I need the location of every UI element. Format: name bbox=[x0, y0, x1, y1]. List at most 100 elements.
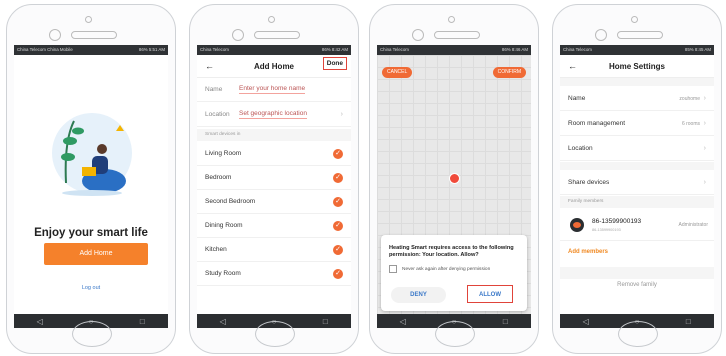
status-bar-carrier: China Telecom bbox=[200, 47, 229, 52]
status-bar: China Telecom 86% 8:42 AM bbox=[197, 45, 351, 55]
room-label: Study Room bbox=[205, 270, 241, 277]
room-label: Living Room bbox=[205, 150, 242, 157]
phone-camera bbox=[595, 29, 607, 41]
recent-apps-icon[interactable]: □ bbox=[678, 317, 698, 326]
cancel-button[interactable]: CANCEL bbox=[382, 67, 413, 78]
deny-button[interactable]: DENY bbox=[391, 287, 446, 303]
add-home-button[interactable]: Add Home bbox=[44, 243, 148, 265]
chevron-right-icon: › bbox=[703, 95, 706, 102]
name-label: Name bbox=[205, 86, 223, 93]
room-label: Bedroom bbox=[205, 174, 232, 181]
phone-home-button bbox=[72, 321, 112, 347]
back-icon[interactable]: ◁ bbox=[393, 317, 413, 326]
spacer bbox=[560, 162, 714, 170]
back-arrow-icon[interactable]: ← bbox=[568, 61, 577, 71]
phone-sensor bbox=[85, 16, 92, 23]
room-item[interactable]: Study Room ✓ bbox=[197, 262, 351, 286]
check-icon[interactable]: ✓ bbox=[333, 244, 343, 255]
room-item[interactable]: Bedroom ✓ bbox=[197, 166, 351, 190]
chevron-right-icon: › bbox=[703, 179, 706, 186]
back-arrow-icon[interactable]: ← bbox=[205, 61, 214, 71]
back-icon[interactable]: ◁ bbox=[30, 317, 50, 326]
status-bar: China Telecom 85% 8:45 AM bbox=[560, 45, 714, 55]
checkbox-icon[interactable] bbox=[389, 265, 397, 273]
recent-apps-icon[interactable]: □ bbox=[132, 317, 152, 326]
phone-camera bbox=[49, 29, 61, 41]
name-value: zouhome bbox=[679, 95, 700, 102]
add-home-screen: China Telecom 86% 8:42 AM ← Add Home Done… bbox=[197, 45, 351, 328]
status-bar: China Telecom China Mobile 86% 5:51 AM bbox=[14, 45, 168, 55]
check-icon[interactable]: ✓ bbox=[333, 268, 343, 279]
allow-button[interactable]: ALLOW bbox=[467, 285, 513, 303]
room-item[interactable]: Second Bedroom ✓ bbox=[197, 190, 351, 214]
done-button[interactable]: Done bbox=[322, 57, 347, 70]
room-label: Kitchen bbox=[205, 246, 227, 253]
phone-speaker bbox=[617, 31, 663, 39]
phone-sensor bbox=[268, 16, 275, 23]
location-row[interactable]: Location Set geographic location › bbox=[197, 103, 351, 127]
location-value[interactable]: Set geographic location bbox=[239, 110, 307, 119]
home-settings-screen: China Telecom 85% 8:45 AM ← Home Settings… bbox=[560, 45, 714, 328]
back-icon[interactable]: ◁ bbox=[213, 317, 233, 326]
confirm-button[interactable]: CONFIRM bbox=[492, 67, 526, 78]
never-ask-checkbox[interactable]: Never ask again after denying permission bbox=[389, 265, 490, 273]
phone-camera bbox=[232, 29, 244, 41]
header: ← Home Settings bbox=[560, 55, 714, 78]
phone-sensor bbox=[631, 16, 638, 23]
location-label: Location bbox=[205, 111, 230, 118]
welcome-title: Enjoy your smart life bbox=[34, 227, 148, 239]
status-bar-carrier: China Telecom bbox=[563, 47, 592, 52]
room-item[interactable]: Dining Room ✓ bbox=[197, 214, 351, 238]
home-name-input[interactable]: Enter your home name bbox=[239, 85, 306, 94]
smart-life-illustration bbox=[52, 113, 132, 196]
status-bar-carrier: China Telecom China Mobile bbox=[17, 47, 73, 52]
section-header: Smart devices in bbox=[197, 129, 351, 141]
checkbox-label: Never ask again after denying permission bbox=[402, 266, 491, 272]
room-item[interactable]: Kitchen ✓ bbox=[197, 238, 351, 262]
family-member-row[interactable]: 86-13599900193 86-13599900193 Administra… bbox=[560, 210, 714, 241]
check-icon[interactable]: ✓ bbox=[333, 220, 343, 231]
name-label: Name bbox=[568, 95, 586, 102]
dialog-message: Heating Smart requires access to the fol… bbox=[389, 245, 514, 258]
member-phone: 86-13599900193 bbox=[592, 218, 642, 225]
phone-1: China Telecom China Mobile 86% 5:51 AM En… bbox=[6, 4, 176, 354]
check-icon[interactable]: ✓ bbox=[333, 196, 343, 207]
room-count: 6 rooms bbox=[681, 120, 700, 127]
location-row[interactable]: Location › bbox=[560, 137, 714, 161]
phone-home-button bbox=[435, 321, 475, 347]
status-bar-time: 86% 8:46 AM bbox=[501, 47, 528, 52]
phone-sensor bbox=[448, 16, 455, 23]
spacer bbox=[560, 267, 714, 279]
recent-apps-icon[interactable]: □ bbox=[315, 317, 335, 326]
chevron-right-icon: › bbox=[703, 145, 706, 152]
recent-apps-icon[interactable]: □ bbox=[495, 317, 515, 326]
spacer bbox=[560, 78, 714, 86]
welcome-screen: China Telecom China Mobile 86% 5:51 AM En… bbox=[14, 45, 168, 328]
share-devices-row[interactable]: Share devices › bbox=[560, 171, 714, 195]
phone-2: China Telecom 86% 8:42 AM ← Add Home Done… bbox=[189, 4, 359, 354]
logout-link[interactable]: Log out bbox=[14, 285, 168, 291]
phone-3: China Telecom 86% 8:46 AM CANCEL CONFIRM … bbox=[369, 4, 539, 354]
room-label: Second Bedroom bbox=[205, 198, 256, 205]
avatar bbox=[570, 218, 584, 232]
back-icon[interactable]: ◁ bbox=[576, 317, 596, 326]
phone-speaker bbox=[254, 31, 300, 39]
name-row[interactable]: Name zouhome › bbox=[560, 87, 714, 111]
remove-family-button[interactable]: Remove family bbox=[560, 282, 714, 288]
page-title: Home Settings bbox=[608, 61, 665, 71]
status-bar-carrier: China Telecom bbox=[380, 47, 409, 52]
header: ← Add Home Done bbox=[197, 55, 351, 78]
room-management-label: Room management bbox=[568, 120, 626, 127]
room-management-row[interactable]: Room management 6 rooms › bbox=[560, 112, 714, 136]
permission-dialog: Heating Smart requires access to the fol… bbox=[381, 235, 527, 311]
add-members-link[interactable]: Add members bbox=[568, 249, 608, 255]
phone-speaker bbox=[434, 31, 480, 39]
location-label: Location bbox=[568, 145, 593, 152]
check-icon[interactable]: ✓ bbox=[333, 148, 343, 159]
member-subtitle: 86-13599900193 bbox=[592, 228, 621, 232]
name-row: Name Enter your home name bbox=[197, 78, 351, 102]
check-icon[interactable]: ✓ bbox=[333, 172, 343, 183]
phone-speaker bbox=[71, 31, 117, 39]
phone-home-button bbox=[255, 321, 295, 347]
room-item[interactable]: Living Room ✓ bbox=[197, 142, 351, 166]
